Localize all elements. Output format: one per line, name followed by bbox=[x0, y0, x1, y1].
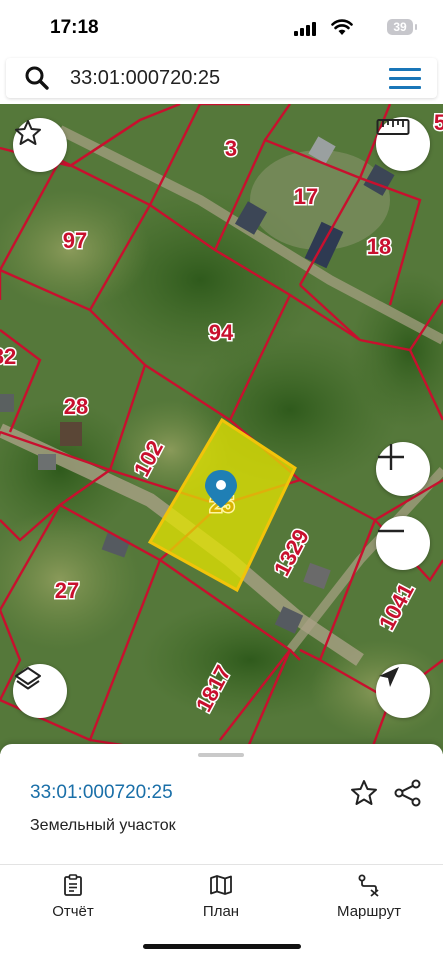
cadastral-map[interactable]: 3 17 97 18 94 82 28 102 25 1329 27 1041 … bbox=[0, 104, 443, 754]
signal-icon bbox=[294, 22, 318, 36]
my-location-button[interactable] bbox=[376, 664, 430, 718]
search-bar[interactable]: 33:01:000720:25 bbox=[6, 58, 437, 98]
parcel-info-sheet[interactable]: 33:01:000720:25 Земельный участок bbox=[0, 744, 443, 864]
parcel-type: Земельный участок bbox=[30, 817, 176, 834]
nav-route[interactable]: Маршрут bbox=[314, 873, 424, 920]
parcel-label: 28 bbox=[64, 394, 88, 419]
star-icon bbox=[351, 780, 377, 805]
layers-icon bbox=[15, 667, 41, 690]
nav-label: План bbox=[202, 903, 240, 920]
bottom-navigation: Отчёт План Маршрут bbox=[0, 864, 443, 961]
star-icon bbox=[15, 120, 41, 145]
share-icon bbox=[394, 779, 421, 807]
parcel-label: 18 bbox=[367, 234, 391, 259]
add-favorite-button[interactable] bbox=[349, 778, 379, 808]
zoom-out-button[interactable] bbox=[376, 516, 430, 570]
favorite-map-button[interactable] bbox=[13, 118, 67, 172]
share-button[interactable] bbox=[393, 778, 423, 808]
parcel-label: 3 bbox=[225, 136, 237, 161]
zoom-out-icon bbox=[378, 529, 404, 533]
parcel-label: 94 bbox=[209, 320, 234, 345]
status-bar: 17:18 39 bbox=[0, 0, 443, 56]
ruler-button[interactable] bbox=[376, 117, 430, 171]
search-input[interactable]: 33:01:000720:25 bbox=[70, 67, 220, 90]
nav-label: Отчёт bbox=[52, 903, 94, 920]
battery-icon: 39 bbox=[387, 19, 417, 35]
map-canvas[interactable]: 3 17 97 18 94 82 28 102 25 1329 27 1041 … bbox=[0, 104, 443, 754]
parcel-label: 5 bbox=[434, 110, 443, 135]
parcel-label: 82 bbox=[0, 344, 16, 369]
parcel-number: 33:01:000720:25 bbox=[30, 782, 173, 803]
nav-label: Маршрут bbox=[337, 903, 401, 920]
zoom-in-icon bbox=[378, 444, 404, 470]
parcel-label: 27 bbox=[55, 578, 79, 603]
menu-icon[interactable] bbox=[389, 68, 421, 90]
ruler-icon bbox=[376, 119, 410, 135]
route-icon bbox=[358, 874, 379, 897]
wifi-icon bbox=[331, 18, 353, 36]
status-time: 17:18 bbox=[50, 17, 99, 38]
nav-report[interactable]: Отчёт bbox=[18, 873, 128, 920]
nav-plan[interactable]: План bbox=[166, 873, 276, 920]
report-icon bbox=[64, 874, 82, 896]
zoom-in-button[interactable] bbox=[376, 442, 430, 496]
layers-button[interactable] bbox=[13, 664, 67, 718]
sheet-drag-handle[interactable] bbox=[198, 753, 244, 757]
parcel-label: 17 bbox=[294, 184, 318, 209]
home-indicator[interactable] bbox=[143, 944, 301, 949]
search-icon[interactable] bbox=[24, 65, 50, 91]
map-icon bbox=[210, 875, 232, 895]
locate-icon bbox=[379, 667, 399, 687]
parcel-label: 97 bbox=[63, 228, 87, 253]
